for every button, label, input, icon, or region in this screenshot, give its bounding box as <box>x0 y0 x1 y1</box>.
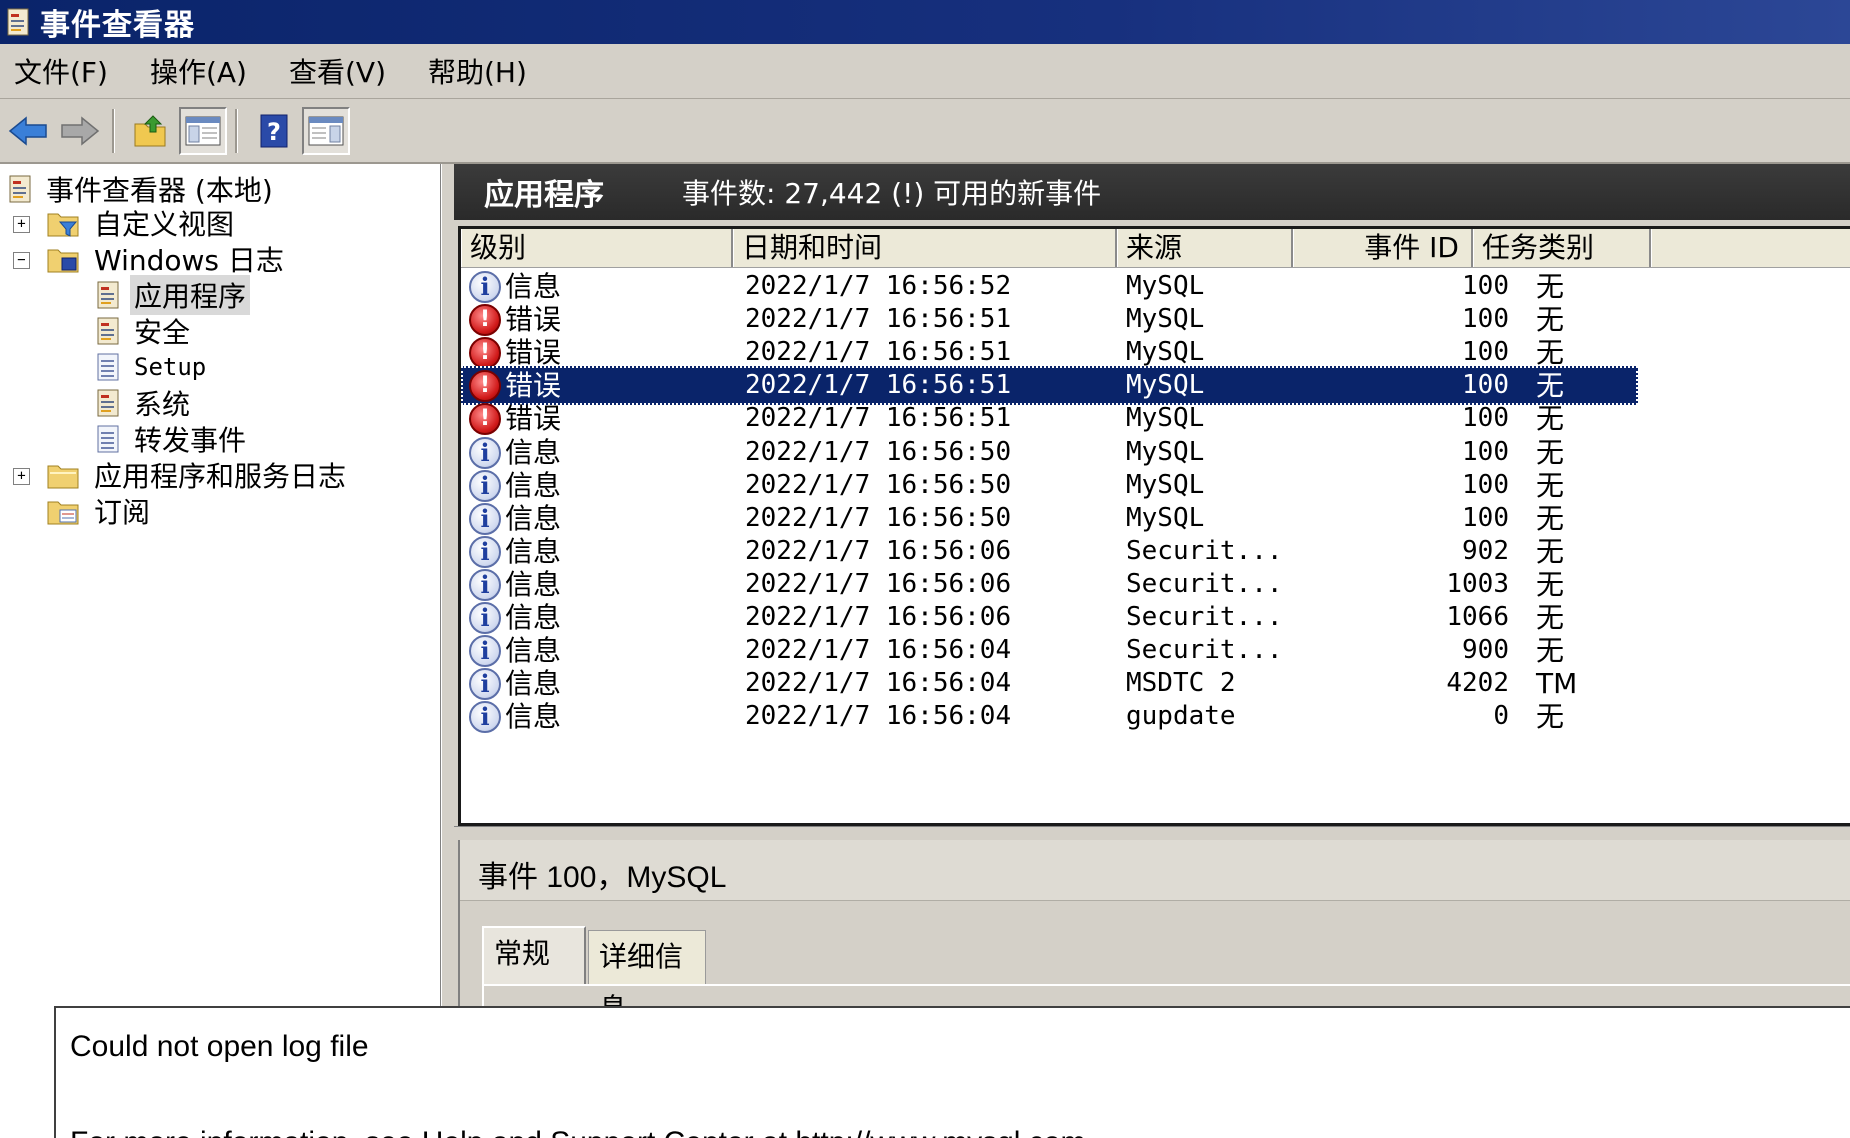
log-title: 应用程序 <box>484 178 604 213</box>
event-viewer-app-icon <box>6 7 32 37</box>
up-folder-icon <box>134 114 166 146</box>
info-icon: i <box>469 634 501 667</box>
system-log-icon <box>96 388 122 418</box>
forwarded-log-icon <box>96 424 122 454</box>
error-icon: ! <box>469 303 501 336</box>
title-bar[interactable]: 事件查看器 <box>0 0 1850 44</box>
tree-item-root[interactable]: 事件查看器 (本地) <box>8 172 277 207</box>
column-header-empty <box>1651 229 1850 267</box>
tree-label-app-service-logs: 应用程序和服务日志 <box>94 460 347 493</box>
tree-label-application: 应用程序 <box>130 275 251 315</box>
svg-text:?: ? <box>267 118 281 146</box>
forward-arrow-icon <box>61 115 100 146</box>
tab-details[interactable]: 详细信息 <box>588 930 706 1025</box>
folder-icon <box>46 460 82 490</box>
column-header-level[interactable]: 级别 <box>461 229 733 267</box>
event-count: 事件数: 27,442 (!) 可用的新事件 <box>682 177 1102 210</box>
windows-logs-folder-icon <box>46 244 82 274</box>
error-icon: ! <box>469 402 501 435</box>
info-icon: i <box>469 667 501 700</box>
error-icon: ! <box>469 369 501 402</box>
tree-label-windows-logs: Windows 日志 <box>94 244 284 277</box>
show-hide-console-tree-icon <box>185 116 221 145</box>
menu-file[interactable]: 文件(F) <box>0 51 126 91</box>
info-icon: i <box>469 700 501 733</box>
event-list-header: 级别 日期和时间 来源 事件 ID 任务类别 <box>461 229 1850 268</box>
menu-help[interactable]: 帮助(H) <box>414 51 545 91</box>
tree-item-subscriptions[interactable]: 订阅 <box>46 494 154 529</box>
tree-item-app-service-logs[interactable]: 应用程序和服务日志 <box>46 458 350 493</box>
help-button[interactable]: ? <box>250 107 298 155</box>
show-hide-console-tree-button[interactable] <box>179 106 227 155</box>
tree-label-setup: Setup <box>134 353 207 381</box>
subscriptions-icon <box>46 496 82 526</box>
event-id: 0 <box>1493 701 1509 731</box>
expand-custom-views-button[interactable]: + <box>13 216 30 233</box>
security-log-icon <box>96 316 122 346</box>
event-level-cell: i 信息 <box>469 697 699 736</box>
console-tree: 事件查看器 (本地) + 自定义视图 − Windows 日志 应用程序 安全 … <box>0 164 441 1138</box>
pane-splitter[interactable] <box>441 164 454 1138</box>
tab-general[interactable]: 常规 <box>482 926 586 986</box>
menu-bar: 文件(F) 操作(A) 查看(V) 帮助(H) <box>0 44 1850 99</box>
tree-item-setup[interactable]: Setup <box>96 350 210 384</box>
info-icon: i <box>469 535 501 568</box>
back-arrow-icon <box>8 115 47 146</box>
collapse-windows-logs-button[interactable]: − <box>13 252 30 269</box>
tree-label-subscriptions: 订阅 <box>94 496 151 529</box>
event-source: gupdate <box>1126 701 1236 731</box>
info-icon: i <box>469 568 501 601</box>
log-header: 应用程序 事件数: 27,442 (!) 可用的新事件 <box>454 164 1850 220</box>
tree-item-application[interactable]: 应用程序 <box>96 275 251 315</box>
column-header-task-category[interactable]: 任务类别 <box>1473 229 1651 267</box>
detail-title: 事件 100，MySQL <box>478 861 727 894</box>
toolbar-separator <box>235 108 238 153</box>
error-icon: ! <box>469 336 501 369</box>
tree-label-security: 安全 <box>134 316 191 349</box>
detail-title-bar: 事件 100，MySQL <box>460 840 1850 901</box>
event-viewer-icon <box>8 174 34 204</box>
event-viewer-window: 事件查看器 文件(F) 操作(A) 查看(V) 帮助(H) ? 事件查看器 (本… <box>0 0 1850 1138</box>
tree-label-system: 系统 <box>134 388 191 421</box>
filter-folder-icon <box>46 208 82 238</box>
back-button[interactable] <box>4 107 52 155</box>
window-title: 事件查看器 <box>40 8 195 43</box>
event-datetime: 2022/1/7 16:56:04 <box>745 701 1012 731</box>
column-header-source[interactable]: 来源 <box>1117 229 1293 267</box>
help-icon: ? <box>260 114 288 147</box>
info-icon: i <box>469 502 501 535</box>
toolbar-separator <box>112 108 115 153</box>
tree-label-forwarded-events: 转发事件 <box>134 424 247 457</box>
up-level-button[interactable] <box>127 107 175 155</box>
tree-item-forwarded-events[interactable]: 转发事件 <box>96 422 250 457</box>
tree-item-windows-logs[interactable]: Windows 日志 <box>46 242 288 277</box>
tree-label-custom-views: 自定义视图 <box>94 208 235 241</box>
event-message-more-info: For more information, see Help and Suppo… <box>70 1126 1085 1138</box>
event-task-category: 无 <box>1536 700 1565 733</box>
info-icon: i <box>469 436 501 469</box>
expand-app-service-logs-button[interactable]: + <box>13 468 30 485</box>
tree-item-system[interactable]: 系统 <box>96 386 194 421</box>
show-hide-action-pane-icon <box>308 116 344 145</box>
show-hide-action-pane-button[interactable] <box>302 106 350 155</box>
event-list: 级别 日期和时间 来源 事件 ID 任务类别 i 信息 2022/1/7 16:56… <box>458 226 1850 826</box>
tree-item-security[interactable]: 安全 <box>96 314 194 349</box>
info-icon: i <box>469 270 501 303</box>
event-row[interactable]: i 信息 2022/1/7 16:56:04 gupdate 0 无 <box>461 697 1638 736</box>
tree-item-custom-views[interactable]: 自定义视图 <box>46 206 238 241</box>
forward-button[interactable] <box>56 107 104 155</box>
menu-view[interactable]: 查看(V) <box>275 51 404 91</box>
application-log-icon <box>96 280 122 310</box>
menu-action[interactable]: 操作(A) <box>136 51 265 91</box>
info-icon: i <box>469 601 501 634</box>
event-message-box[interactable]: Could not open log file For more informa… <box>54 1006 1850 1138</box>
column-header-datetime[interactable]: 日期和时间 <box>733 229 1117 267</box>
toolbar: ? <box>0 99 1850 164</box>
setup-log-icon <box>96 352 122 382</box>
info-icon: i <box>469 469 501 502</box>
event-message: Could not open log file <box>70 1030 369 1063</box>
event-level-label: 信息 <box>505 700 562 733</box>
column-header-event-id[interactable]: 事件 ID <box>1293 229 1473 267</box>
detail-splitter[interactable] <box>454 826 1850 841</box>
